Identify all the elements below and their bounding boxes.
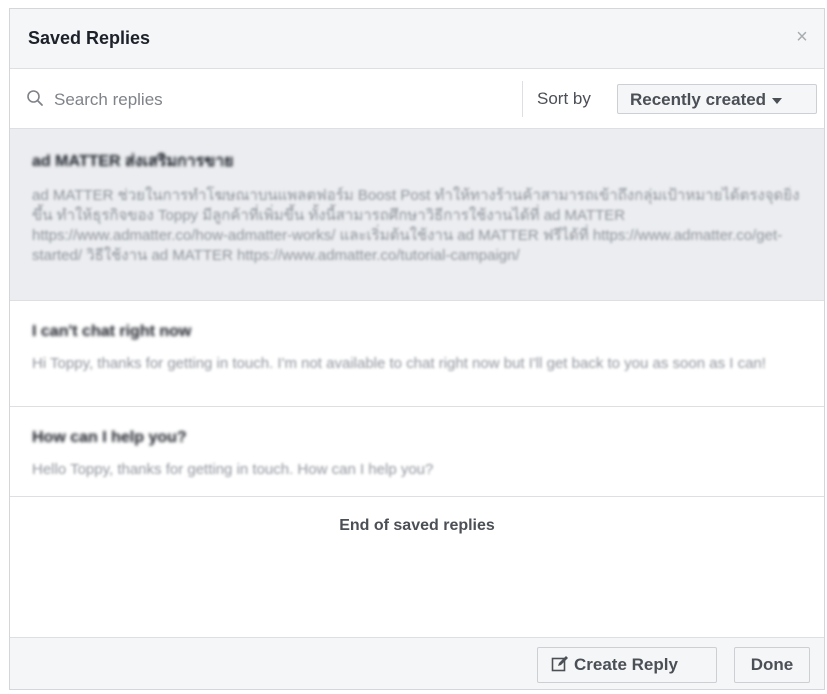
- dialog-footer: Create Reply Done: [10, 637, 824, 689]
- reply-title: ad MATTER ส่งเสริมการขาย: [32, 153, 234, 170]
- sort-dropdown[interactable]: Recently created: [617, 84, 817, 114]
- create-reply-label: Create Reply: [574, 655, 678, 674]
- reply-body: Hi Toppy, thanks for getting in touch. I…: [32, 355, 766, 372]
- create-reply-button[interactable]: Create Reply: [537, 647, 717, 683]
- sort-label: Sort by: [537, 89, 591, 108]
- reply-title: I can't chat right now: [32, 323, 192, 340]
- sort-selected-value: Recently created: [630, 90, 767, 109]
- saved-reply-item[interactable]: How can I help you? Hello Toppy, thanks …: [10, 407, 824, 497]
- saved-reply-item[interactable]: I can't chat right now Hi Toppy, thanks …: [10, 301, 824, 407]
- search-toolbar: Sort by Recently created: [10, 69, 824, 129]
- reply-body: Hello Toppy, thanks for getting in touch…: [32, 461, 434, 478]
- search-input[interactable]: [52, 87, 496, 113]
- reply-body: ad MATTER ช่วยในการทำโฆษณาบนแพลตฟอร์ม Bo…: [32, 187, 800, 264]
- close-icon[interactable]: ×: [792, 27, 812, 47]
- reply-title: How can I help you?: [32, 429, 187, 446]
- edit-icon: [551, 656, 568, 672]
- chevron-down-icon: [772, 97, 783, 104]
- end-of-list-text: End of saved replies: [339, 517, 495, 534]
- saved-reply-item[interactable]: ad MATTER ส่งเสริมการขาย ad MATTER ช่วยใ…: [10, 129, 824, 301]
- done-button[interactable]: Done: [734, 647, 810, 683]
- search-icon: [27, 90, 43, 106]
- dialog-header: Saved Replies ×: [10, 9, 824, 69]
- toolbar-divider: [522, 81, 523, 117]
- saved-replies-dialog: Saved Replies × Sort by Recently created…: [9, 8, 825, 690]
- dialog-title: Saved Replies: [28, 28, 151, 48]
